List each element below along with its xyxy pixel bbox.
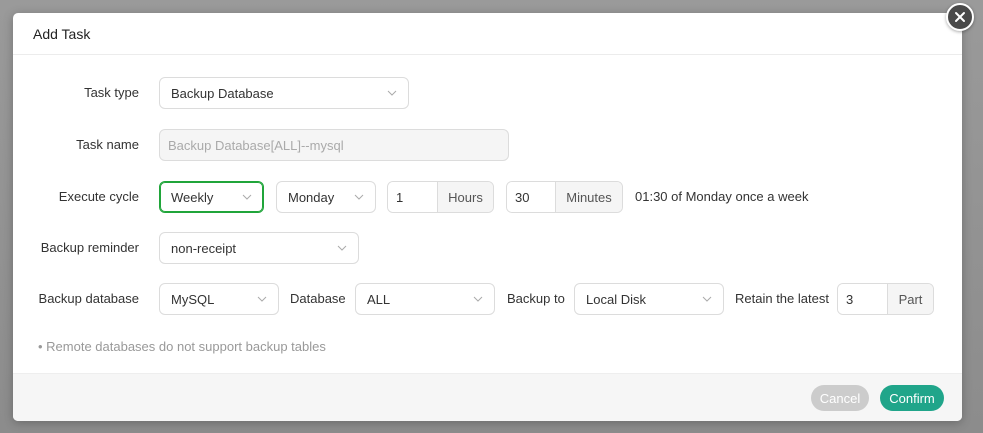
chevron-down-icon [257,296,267,302]
hours-addon: Hours [437,182,493,212]
retain-input-group: Part [837,283,934,315]
db-type-value: MySQL [171,291,215,307]
cancel-button[interactable]: Cancel [811,385,869,411]
retain-addon: Part [887,284,933,314]
confirm-button[interactable]: Confirm [880,385,944,411]
task-name-label: Task name [76,137,139,152]
chevron-down-icon [242,194,252,200]
close-button[interactable] [946,3,974,31]
backup-to-label: Backup to [507,291,565,306]
cycle-select[interactable]: Weekly [159,181,264,213]
cycle-summary: 01:30 of Monday once a week [635,189,809,204]
cycle-value: Weekly [171,189,214,205]
chevron-down-icon [387,90,397,96]
dialog-footer: Cancel Confirm [13,373,962,421]
backup-reminder-value: non-receipt [171,240,237,256]
dialog-body: Task type Backup Database Task name Back… [13,55,962,373]
execute-cycle-label: Execute cycle [58,189,139,204]
chevron-down-icon [473,296,483,302]
chevron-down-icon [702,296,712,302]
task-type-label: Task type [84,85,139,100]
close-icon [955,12,965,22]
remote-db-note: • Remote databases do not support backup… [38,339,326,354]
hours-input-group: Hours [387,181,494,213]
database-value: ALL [367,291,391,307]
hours-input[interactable] [388,182,437,212]
minutes-input-group: Minutes [506,181,623,213]
retain-input[interactable] [838,284,887,314]
backup-reminder-select[interactable]: non-receipt [159,232,359,264]
dialog-header: Add Task [13,13,962,55]
task-type-select[interactable]: Backup Database [159,77,409,109]
db-type-select[interactable]: MySQL [159,283,279,315]
backup-reminder-label: Backup reminder [40,240,139,255]
database-label: Database [290,291,346,306]
backup-to-select[interactable]: Local Disk [574,283,724,315]
backup-database-label: Backup database [38,291,139,306]
add-task-dialog: Add Task Task type Backup Database Task … [13,13,962,421]
day-value: Monday [288,189,335,205]
database-select[interactable]: ALL [355,283,495,315]
task-type-value: Backup Database [171,85,274,101]
day-select[interactable]: Monday [276,181,376,213]
minutes-input[interactable] [507,182,555,212]
minutes-addon: Minutes [555,182,622,212]
backup-to-value: Local Disk [586,291,646,307]
dialog-title: Add Task [33,25,91,42]
task-name-input[interactable]: Backup Database[ALL]--mysql [159,129,509,161]
chevron-down-icon [354,194,364,200]
retain-label: Retain the latest [735,291,829,306]
chevron-down-icon [337,245,347,251]
